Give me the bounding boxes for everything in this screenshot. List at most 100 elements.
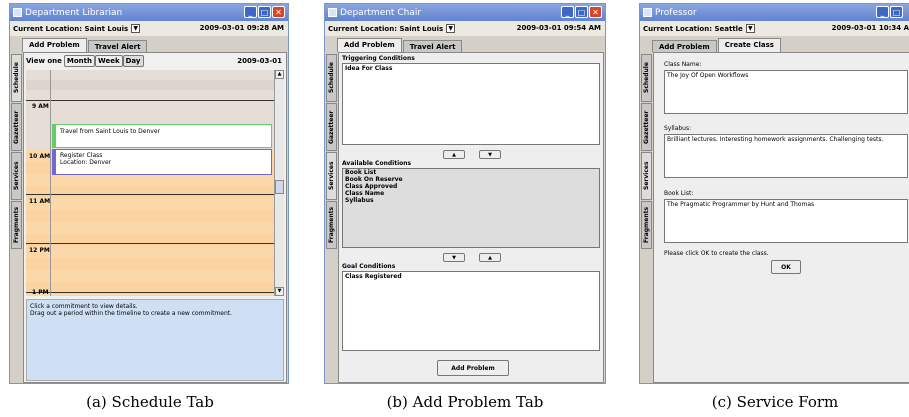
list-item[interactable]: Book List <box>343 169 599 176</box>
caption-b: (b) Add Problem Tab <box>386 393 544 411</box>
day-button[interactable]: Day <box>122 55 144 67</box>
syllabus-field[interactable]: Brilliant lectures. Interesting homework… <box>664 134 908 178</box>
vtab-fragments[interactable]: Fragments <box>11 201 22 249</box>
location-label: Current Location: Seattle <box>643 24 743 33</box>
booklist-value: The Pragmatic Programmer by Hunt and Tho… <box>667 201 815 208</box>
caption-c: (c) Service Form <box>711 393 839 411</box>
top-tabs: Add Problem Travel Alert <box>10 36 288 52</box>
triggering-label: Triggering Conditions <box>342 55 415 62</box>
top-tabs: Add Problem Create Class <box>640 36 909 52</box>
booklist-field[interactable]: The Pragmatic Programmer by Hunt and Tho… <box>664 199 908 243</box>
class-name-field[interactable]: The Joy Of Open Workflows <box>664 70 908 114</box>
location-bar: Current Location: Saint Louis ▼ 2009-03-… <box>325 21 605 36</box>
goal-list[interactable]: Class Registered <box>342 271 600 351</box>
close-button[interactable]: ✕ <box>272 6 285 18</box>
location-dropdown[interactable]: ▼ <box>446 24 456 33</box>
schedule-pane: View one Month Week Day 2009-03-01 9 AM … <box>23 52 287 383</box>
syllabus-label: Syllabus: <box>664 125 692 132</box>
hint-line: Click a commitment to view details. <box>30 303 138 310</box>
minimize-button[interactable]: _ <box>876 6 889 18</box>
hour-label: 1 PM <box>32 289 49 296</box>
instruction-text: Please click OK to create the class. <box>664 250 769 257</box>
maximize-button[interactable]: □ <box>575 6 588 18</box>
view-label: View one <box>26 57 62 65</box>
tab-create-class[interactable]: Create Class <box>717 38 781 52</box>
syllabus-value: Brilliant lectures. Interesting homework… <box>667 136 884 143</box>
location-dropdown[interactable]: ▼ <box>131 24 141 33</box>
vtab-services[interactable]: Services <box>326 152 337 200</box>
vtab-gazetteer[interactable]: Gazetteer <box>11 103 22 151</box>
tab-travel-alert[interactable]: Travel Alert <box>402 40 463 52</box>
vtab-schedule[interactable]: Schedule <box>11 54 22 102</box>
vtab-services[interactable]: Services <box>641 152 652 200</box>
maximize-button[interactable]: □ <box>258 6 271 18</box>
list-item[interactable]: Class Approved <box>343 183 599 190</box>
minimize-button[interactable]: _ <box>561 6 574 18</box>
window-b: Department Chair _ □ ✕ Current Location:… <box>324 3 606 384</box>
schedule-date: 2009-03-01 <box>237 57 282 65</box>
location-dropdown[interactable]: ▼ <box>745 24 755 33</box>
maximize-button[interactable]: □ <box>890 6 903 18</box>
close-button[interactable]: ✕ <box>589 6 602 18</box>
vertical-scrollbar[interactable]: ▲ ▼ <box>274 70 284 296</box>
vtab-services[interactable]: Services <box>11 152 22 200</box>
move-up-button[interactable]: ▲ <box>479 253 501 262</box>
vtab-gazetteer[interactable]: Gazetteer <box>326 103 337 151</box>
triggering-list[interactable]: Idea For Class <box>342 63 600 145</box>
list-item[interactable]: Syllabus <box>343 197 599 204</box>
month-button[interactable]: Month <box>63 55 95 67</box>
move-down-button[interactable]: ▼ <box>479 150 501 159</box>
window-title: Professor <box>655 7 697 18</box>
vtab-fragments[interactable]: Fragments <box>326 201 337 249</box>
available-list[interactable]: Book List Book On Reserve Class Approved… <box>342 168 600 248</box>
title-bar[interactable]: Department Librarian _ □ ✕ <box>10 4 288 21</box>
app-icon <box>328 8 337 17</box>
vtab-schedule[interactable]: Schedule <box>326 54 337 102</box>
datetime: 2009-03-01 09:28 AM <box>199 24 284 32</box>
app-icon <box>13 8 22 17</box>
commitment-travel[interactable]: Travel from Saint Louis to Denver <box>52 124 272 148</box>
tab-add-problem[interactable]: Add Problem <box>337 38 402 52</box>
commitment-register[interactable]: Register Class Location: Denver <box>52 149 272 175</box>
ok-button[interactable]: OK <box>771 260 801 274</box>
hour-label: 9 AM <box>32 103 49 110</box>
timeline[interactable]: 9 AM 10 AM 11 AM 12 PM 1 PM Travel from … <box>26 70 274 296</box>
location-label: Current Location: Saint Louis <box>328 24 444 33</box>
goal-label: Goal Conditions <box>342 263 396 270</box>
commitment-text: Travel from Saint Louis to Denver <box>60 128 160 135</box>
window-c: Professor _ □ Current Location: Seattle … <box>639 3 909 384</box>
list-item[interactable]: Book On Reserve <box>343 176 599 183</box>
list-item[interactable]: Idea For Class <box>343 64 599 73</box>
location-bar: Current Location: Saint Louis ▼ 2009-03-… <box>10 21 288 36</box>
title-bar[interactable]: Department Chair _ □ ✕ <box>325 4 605 21</box>
vtab-gazetteer[interactable]: Gazetteer <box>641 103 652 151</box>
hour-label: 11 AM <box>29 198 51 205</box>
datetime: 2009-03-01 09:54 AM <box>516 24 601 32</box>
datetime: 2009-03-01 10:34 A <box>831 24 909 32</box>
tab-add-problem[interactable]: Add Problem <box>652 40 717 52</box>
list-item[interactable]: Class Name <box>343 190 599 197</box>
tab-travel-alert[interactable]: Travel Alert <box>87 40 148 52</box>
top-tabs: Add Problem Travel Alert <box>325 36 605 52</box>
vtab-fragments[interactable]: Fragments <box>641 201 652 249</box>
hint-line: Drag out a period within the timeline to… <box>30 310 233 317</box>
move-down-button[interactable]: ▼ <box>443 253 465 262</box>
available-label: Available Conditions <box>342 160 412 167</box>
caption-a: (a) Schedule Tab <box>86 393 214 411</box>
hour-label: 10 AM <box>29 153 51 160</box>
title-bar[interactable]: Professor _ □ <box>640 4 909 21</box>
vtab-schedule[interactable]: Schedule <box>641 54 652 102</box>
add-problem-button[interactable]: Add Problem <box>437 360 509 376</box>
tab-add-problem[interactable]: Add Problem <box>22 38 87 52</box>
week-button[interactable]: Week <box>94 55 123 67</box>
hour-label: 12 PM <box>29 247 50 254</box>
move-up-button[interactable]: ▲ <box>443 150 465 159</box>
list-item[interactable]: Class Registered <box>343 272 599 281</box>
hint-panel: Click a commitment to view details. Drag… <box>26 299 284 381</box>
minimize-button[interactable]: _ <box>244 6 257 18</box>
booklist-label: Book List: <box>664 190 694 197</box>
window-title: Department Chair <box>340 7 422 18</box>
commitment-title: Register Class <box>60 152 103 159</box>
class-name-value: The Joy Of Open Workflows <box>667 72 749 79</box>
location-bar: Current Location: Seattle ▼ 2009-03-01 1… <box>640 21 909 36</box>
